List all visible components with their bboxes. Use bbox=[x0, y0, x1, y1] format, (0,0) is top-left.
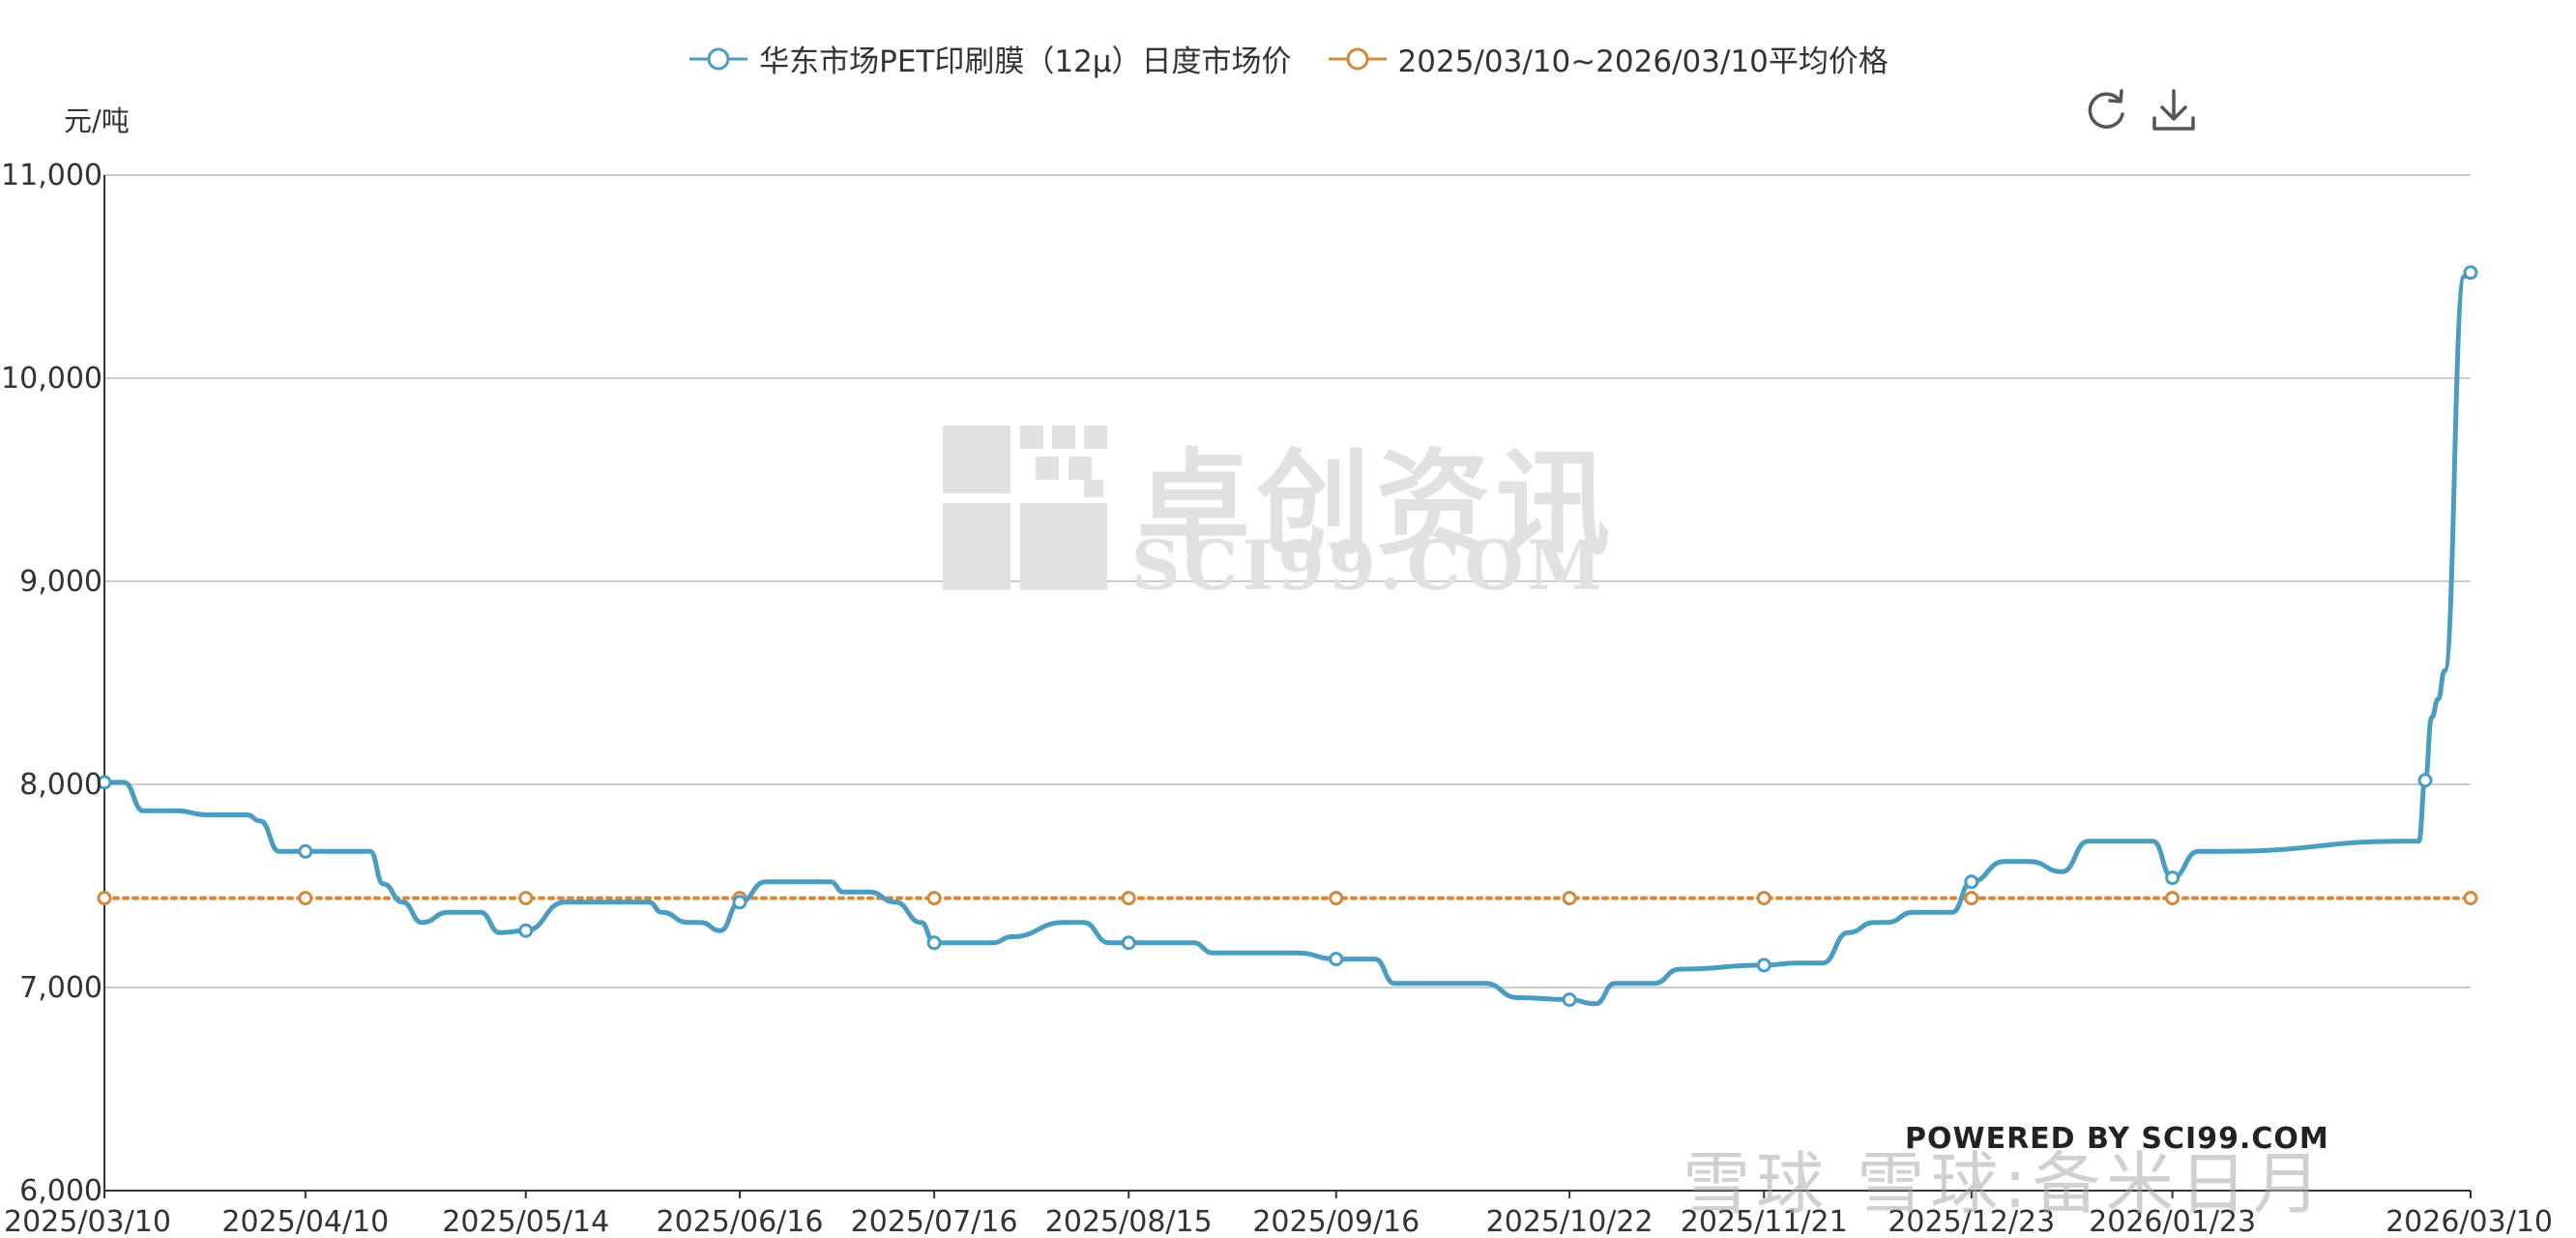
grid-lines bbox=[104, 174, 2471, 988]
x-tick-label: 2025/12/23 bbox=[1888, 1205, 2055, 1238]
legend-marker-average-icon bbox=[1328, 47, 1387, 70]
legend-label-price: 华东市场PET印刷膜（12μ）日度市场价 bbox=[759, 44, 1292, 79]
axes bbox=[103, 175, 2472, 1198]
x-tick-label: 2025/09/16 bbox=[1252, 1205, 1420, 1238]
x-tick-label: 2025/07/16 bbox=[851, 1205, 1018, 1238]
line-chart: 6,000 7,000 8,000 9,000 10,000 11,000 2025/03/… bbox=[1, 159, 2553, 1238]
y-tick-label: 9,000 bbox=[19, 565, 102, 599]
price-point bbox=[1121, 935, 1136, 951]
price-point bbox=[298, 843, 313, 859]
average-point bbox=[1964, 891, 1979, 906]
y-axis-unit: 元/吨 bbox=[64, 104, 130, 137]
legend: 华东市场PET印刷膜（12μ）日度市场价 2025/03/10~2026/03/… bbox=[0, 37, 2576, 80]
average-point bbox=[1756, 891, 1771, 906]
tick-labels: 6,000 7,000 8,000 9,000 10,000 11,000 2025/03/… bbox=[1, 159, 2553, 1238]
y-tick-label: 7,000 bbox=[19, 971, 102, 1005]
legend-item-average[interactable]: 2025/03/10~2026/03/10平均价格 bbox=[1327, 37, 1888, 80]
x-tick-label: 2025/06/16 bbox=[657, 1205, 824, 1238]
average-point bbox=[1121, 891, 1136, 906]
price-point bbox=[518, 923, 534, 938]
price-point bbox=[1562, 992, 1577, 1008]
average-point bbox=[97, 891, 112, 906]
price-line bbox=[104, 270, 2472, 1007]
powered-by-text: POWERED BY SCI99.COM bbox=[1905, 1122, 2329, 1156]
x-tick-label: 2025/05/14 bbox=[442, 1205, 609, 1238]
average-point bbox=[2463, 891, 2478, 906]
price-point bbox=[1756, 958, 1771, 973]
x-tick-label: 2025/04/10 bbox=[221, 1205, 389, 1238]
price-point bbox=[2165, 870, 2181, 886]
price-point bbox=[2463, 265, 2478, 280]
y-tick-label: 6,000 bbox=[19, 1174, 102, 1208]
x-tick-label: 2025/08/15 bbox=[1045, 1205, 1213, 1238]
price-point bbox=[926, 935, 942, 951]
average-point bbox=[1562, 891, 1577, 906]
average-point bbox=[518, 891, 534, 906]
price-point bbox=[732, 895, 747, 910]
price-point bbox=[2417, 773, 2433, 788]
x-tick-label: 2026/01/23 bbox=[2089, 1205, 2256, 1238]
legend-label-average: 2025/03/10~2026/03/10平均价格 bbox=[1397, 44, 1888, 79]
y-tick-label: 11,000 bbox=[1, 159, 102, 192]
average-point bbox=[1329, 891, 1344, 906]
x-tick-label: 2025/03/10 bbox=[4, 1205, 171, 1238]
average-point bbox=[926, 891, 942, 906]
price-point bbox=[1329, 952, 1344, 967]
refresh-icon[interactable] bbox=[2081, 85, 2131, 135]
legend-marker-price-icon bbox=[689, 47, 748, 70]
x-tick-label: 2026/03/10 bbox=[2386, 1205, 2553, 1238]
price-point bbox=[1964, 874, 1979, 890]
average-point bbox=[2165, 891, 2181, 906]
y-tick-label: 10,000 bbox=[1, 362, 102, 396]
y-tick-label: 8,000 bbox=[19, 768, 102, 802]
average-point bbox=[298, 891, 313, 906]
x-tick-label: 2025/10/22 bbox=[1486, 1205, 1654, 1238]
legend-item-price[interactable]: 华东市场PET印刷膜（12μ）日度市场价 bbox=[688, 37, 1292, 80]
x-tick-label: 2025/11/21 bbox=[1681, 1205, 1848, 1238]
download-icon[interactable] bbox=[2149, 85, 2199, 135]
